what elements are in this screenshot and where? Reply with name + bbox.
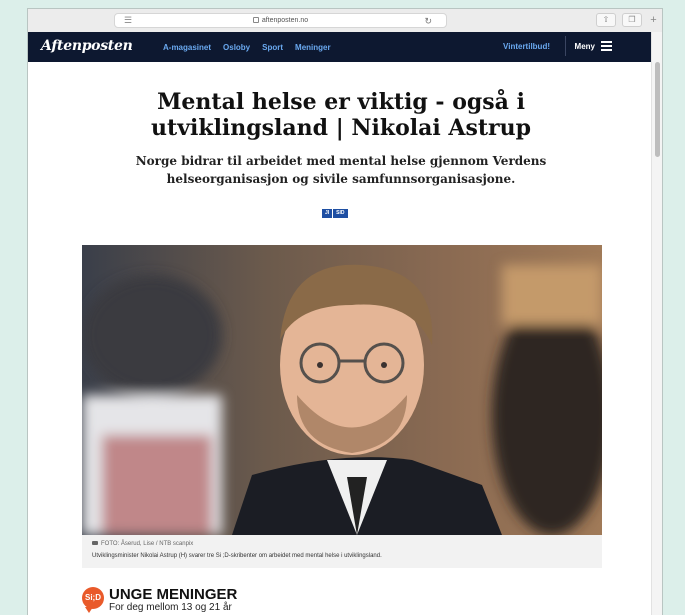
lock-icon bbox=[252, 17, 259, 24]
nav-link-meninger[interactable]: Meninger bbox=[295, 43, 331, 52]
photo-caption: FOTO: Åserud, Lise / NTB scanpix Utvikli… bbox=[82, 535, 602, 568]
photo-credit: FOTO: Åserud, Lise / NTB scanpix bbox=[92, 541, 193, 547]
nav-link-osloby[interactable]: Osloby bbox=[223, 43, 250, 52]
header-divider bbox=[564, 36, 566, 56]
site-header: Aftenposten A-magasinet Osloby Sport Men… bbox=[28, 32, 654, 62]
article-tags: JI SID bbox=[322, 209, 349, 218]
photo-caption-text: Utviklingsminister Nikolai Astrup (H) sv… bbox=[92, 553, 382, 559]
sid-logo-icon: Si;D bbox=[82, 587, 104, 613]
portrait-image bbox=[82, 245, 602, 535]
share-icon[interactable]: ⇧ bbox=[596, 13, 616, 27]
unge-meninger-title: UNGE MENINGER bbox=[109, 586, 238, 603]
address-bar[interactable]: ☰ aftenposten.no ↻ bbox=[114, 13, 447, 28]
tag-sid[interactable]: SID bbox=[333, 209, 348, 218]
article-subheadline: Norge bidrar til arbeidet med mental hel… bbox=[135, 154, 547, 186]
article-headline: Mental helse er viktig - også i utviklin… bbox=[151, 89, 531, 141]
browser-toolbar: ☰ aftenposten.no ↻ ⇧ ❐ + bbox=[28, 9, 662, 33]
page-scrollbar[interactable] bbox=[651, 32, 662, 615]
reload-icon[interactable]: ↻ bbox=[424, 15, 432, 27]
menu-label: Meny bbox=[574, 41, 595, 51]
url-text: aftenposten.no bbox=[115, 15, 446, 27]
tag-ji[interactable]: JI bbox=[322, 209, 333, 218]
nav-link-sport[interactable]: Sport bbox=[262, 43, 283, 52]
main-nav: A-magasinet Osloby Sport Meninger bbox=[163, 32, 343, 62]
menu-button[interactable]: Meny bbox=[564, 36, 612, 56]
hamburger-icon bbox=[601, 39, 612, 53]
nav-link-a-magasinet[interactable]: A-magasinet bbox=[163, 43, 211, 52]
subscription-offer-link[interactable]: Vintertilbud! bbox=[503, 42, 550, 51]
scrollbar-thumb[interactable] bbox=[655, 62, 660, 157]
new-tab-icon[interactable]: + bbox=[647, 12, 660, 28]
site-logo[interactable]: Aftenposten bbox=[41, 37, 133, 55]
unge-meninger-subtitle: For deg mellom 13 og 21 år bbox=[109, 602, 232, 613]
browser-window: ☰ aftenposten.no ↻ ⇧ ❐ + Aftenposten A-m… bbox=[27, 8, 663, 615]
unge-meninger-banner[interactable]: Si;D UNGE MENINGER For deg mellom 13 og … bbox=[82, 587, 237, 614]
article-photo bbox=[82, 245, 602, 535]
camera-icon bbox=[92, 541, 98, 546]
tabs-icon[interactable]: ❐ bbox=[622, 13, 642, 27]
